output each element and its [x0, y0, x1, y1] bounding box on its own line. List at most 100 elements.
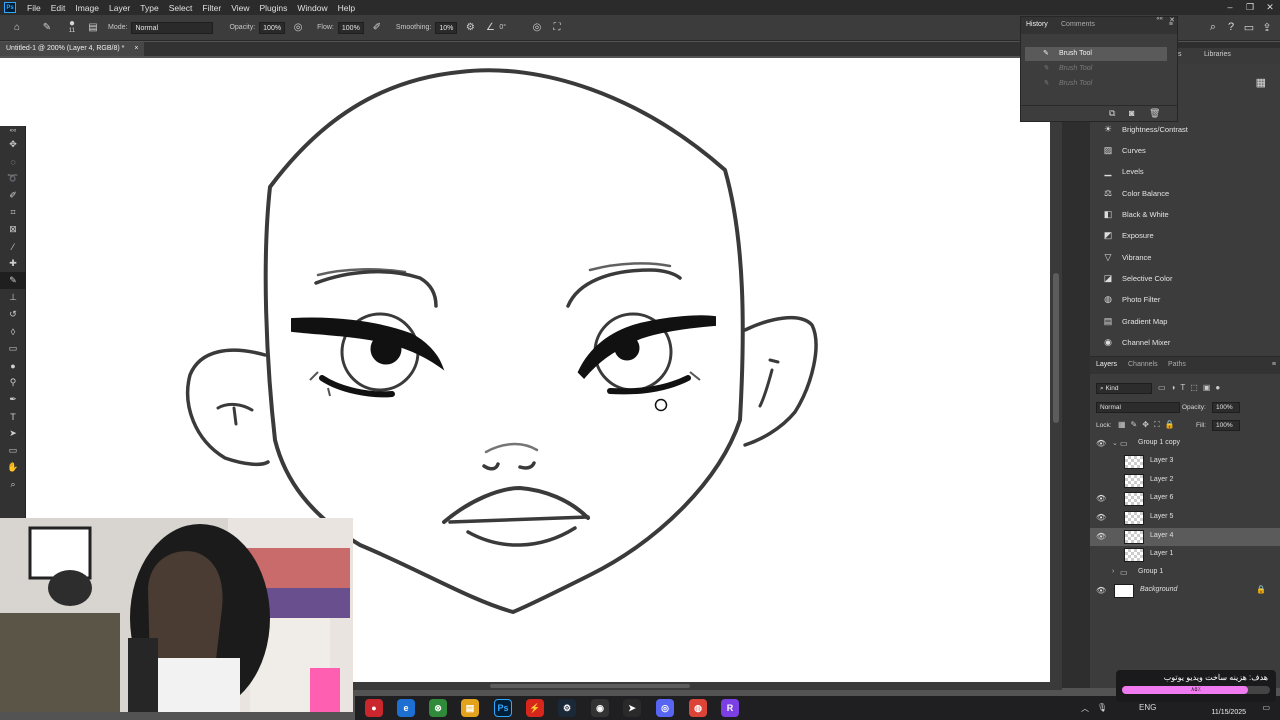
adjustment-exposure[interactable]: ◩ Exposure [1102, 226, 1154, 244]
menu-image[interactable]: Image [70, 3, 104, 13]
minimize-icon[interactable]: – [1220, 0, 1240, 15]
share-icon[interactable]: ⇪ [1258, 21, 1276, 34]
layer-row-layer-3[interactable]: Layer 3 [1090, 453, 1280, 471]
menu-window[interactable]: Window [292, 3, 332, 13]
record-app-icon[interactable]: ● [365, 699, 383, 717]
history-collapse-icon[interactable]: «« [1156, 16, 1163, 22]
adjustment-brightness-contrast[interactable]: ☀ Brightness/Contrast [1102, 120, 1188, 138]
angle-value[interactable]: 0° [499, 24, 506, 31]
search-icon[interactable]: ⌕ [1204, 21, 1222, 34]
horizontal-scrollbar[interactable] [350, 682, 1062, 690]
lock-icons[interactable]: ▦✎✥⛶🔒 [1118, 420, 1180, 430]
home-icon[interactable]: ⌂ [10, 21, 24, 35]
discord-icon[interactable]: ◎ [656, 699, 674, 717]
notification-icon[interactable]: ▭ [1262, 703, 1270, 712]
menu-layer[interactable]: Layer [104, 3, 135, 13]
tab-libraries[interactable]: Libraries [1204, 51, 1231, 58]
xbox-icon[interactable]: ⊗ [429, 699, 447, 717]
menu-file[interactable]: File [22, 3, 46, 13]
tab-layers[interactable]: Layers [1096, 361, 1117, 368]
workspace-icon[interactable]: ▭ [1240, 21, 1258, 34]
brush-tool-icon[interactable]: ✎ [0, 272, 26, 289]
smoothing-input[interactable]: 10% [435, 21, 458, 34]
smoothing-settings-icon[interactable]: ⚙ [463, 21, 477, 35]
layer-row-layer-2[interactable]: Layer 2 [1090, 472, 1280, 490]
type-tool-icon[interactable]: T [0, 408, 26, 425]
brush-preset-picker[interactable]: ● 11 [64, 19, 80, 35]
visibility-eye-icon[interactable]: 👁 [1096, 513, 1106, 522]
menu-type[interactable]: Type [135, 3, 163, 13]
layer-filter-icons[interactable]: ▭◑T⬚▣● [1158, 383, 1225, 392]
pressure-size-icon[interactable]: ◎ [530, 21, 544, 35]
vertical-scrollbar[interactable] [1050, 58, 1062, 682]
brush-tool-icon[interactable]: ✎ [40, 21, 54, 35]
restore-icon[interactable]: ❐ [1240, 0, 1260, 15]
delete-state-icon[interactable]: 🗑 [1149, 108, 1160, 119]
tab-history[interactable]: History [1026, 21, 1048, 28]
visibility-eye-icon[interactable]: 👁 [1096, 586, 1106, 595]
layer-row-layer-6[interactable]: 👁 Layer 6 [1090, 490, 1280, 508]
grid-view-icon[interactable]: ▦ [1256, 76, 1266, 89]
obs-icon[interactable]: ◉ [591, 699, 609, 717]
edge-icon[interactable]: e [397, 699, 415, 717]
tab-comments[interactable]: Comments [1061, 21, 1095, 28]
opacity-input[interactable]: 100% [259, 21, 286, 34]
marquee-tool-icon[interactable]: ◌ [0, 153, 26, 170]
menu-plugins[interactable]: Plugins [254, 3, 292, 13]
chevron-down-icon[interactable]: ⌄ [1112, 439, 1118, 447]
file-explorer-icon[interactable]: ▤ [461, 699, 479, 717]
visibility-eye-icon[interactable]: 👁 [1096, 439, 1106, 448]
eraser-tool-icon[interactable]: ◊ [0, 323, 26, 340]
path-select-tool-icon[interactable]: ➤ [0, 425, 26, 442]
crop-tool-icon[interactable]: ⌗ [0, 204, 26, 221]
adjustment-black-white[interactable]: ◧ Black & White [1102, 205, 1169, 223]
history-state-row[interactable]: ✎ Brush Tool [1025, 62, 1167, 76]
tray-chevron-icon[interactable]: ︿ [1081, 703, 1089, 714]
adjustment-selective-color[interactable]: ◪ Selective Color [1102, 269, 1173, 287]
history-state-row[interactable]: ✎ Brush Tool [1025, 47, 1167, 61]
blend-mode-select[interactable]: Normal [1096, 402, 1180, 413]
adjustment-color-balance[interactable]: ⚖ Color Balance [1102, 184, 1169, 202]
stamp-tool-icon[interactable]: ⊥ [0, 289, 26, 306]
cursor-app-icon[interactable]: ➤ [623, 699, 641, 717]
document-tab[interactable]: Untitled-1 @ 200% (Layer 4, RGB/8) * × [0, 42, 145, 56]
eyedropper-tool-icon[interactable]: ⁄ [0, 238, 26, 255]
quick-select-tool-icon[interactable]: ✐ [0, 187, 26, 204]
move-tool-icon[interactable]: ✥ [0, 136, 26, 153]
visibility-eye-icon[interactable]: 👁 [1096, 532, 1106, 541]
layer-row-group-1-copy[interactable]: 👁 ⌄ ▭ Group 1 copy [1090, 435, 1280, 453]
layer-opacity-input[interactable]: 100% [1212, 402, 1240, 413]
vertical-scroll-thumb[interactable] [1053, 273, 1059, 423]
adjustment-vibrance[interactable]: ▽ Vibrance [1102, 248, 1152, 266]
menu-select[interactable]: Select [164, 3, 198, 13]
layers-menu-icon[interactable]: ≡ [1272, 361, 1276, 368]
menu-view[interactable]: View [226, 3, 254, 13]
history-close-icon[interactable]: ✕ [1169, 16, 1175, 24]
adjustment-photo-filter[interactable]: ◍ Photo Filter [1102, 290, 1160, 308]
menu-help[interactable]: Help [333, 3, 360, 13]
adjustment-gradient-map[interactable]: ▤ Gradient Map [1102, 312, 1168, 330]
chevron-right-icon[interactable]: › [1112, 568, 1114, 575]
adobe-acrobat-icon[interactable]: ⚡ [526, 699, 544, 717]
lasso-tool-icon[interactable]: ➰ [0, 170, 26, 187]
new-document-from-state-icon[interactable]: ⧉ [1109, 108, 1115, 119]
menu-edit[interactable]: Edit [46, 3, 71, 13]
rectangle-tool-icon[interactable]: ▭ [0, 442, 26, 459]
steam-icon[interactable]: ⚙ [558, 699, 576, 717]
layer-row-group-1[interactable]: › ▭ Group 1 [1090, 564, 1280, 582]
mode-select[interactable]: Normal [131, 21, 214, 34]
r-app-icon[interactable]: R [721, 699, 739, 717]
layer-filter-select[interactable]: ⌕ Kind [1096, 383, 1152, 394]
history-state-row[interactable]: ✎ Brush Tool [1025, 77, 1167, 91]
tab-paths[interactable]: Paths [1168, 361, 1186, 368]
hand-tool-icon[interactable]: ✋ [0, 459, 26, 476]
airbrush-icon[interactable]: ✐ [370, 21, 384, 35]
layer-row-layer-1[interactable]: Layer 1 [1090, 546, 1280, 564]
layer-row-background[interactable]: 👁 Background 🔒 [1090, 582, 1280, 600]
healing-tool-icon[interactable]: ✚ [0, 255, 26, 272]
brush-settings-icon[interactable]: ▤ [86, 21, 100, 35]
adjustment-channel-mixer[interactable]: ◉ Channel Mixer [1102, 333, 1170, 351]
frame-tool-icon[interactable]: ⊠ [0, 221, 26, 238]
tab-channels[interactable]: Channels [1128, 361, 1158, 368]
pressure-opacity-icon[interactable]: ◎ [291, 21, 305, 35]
